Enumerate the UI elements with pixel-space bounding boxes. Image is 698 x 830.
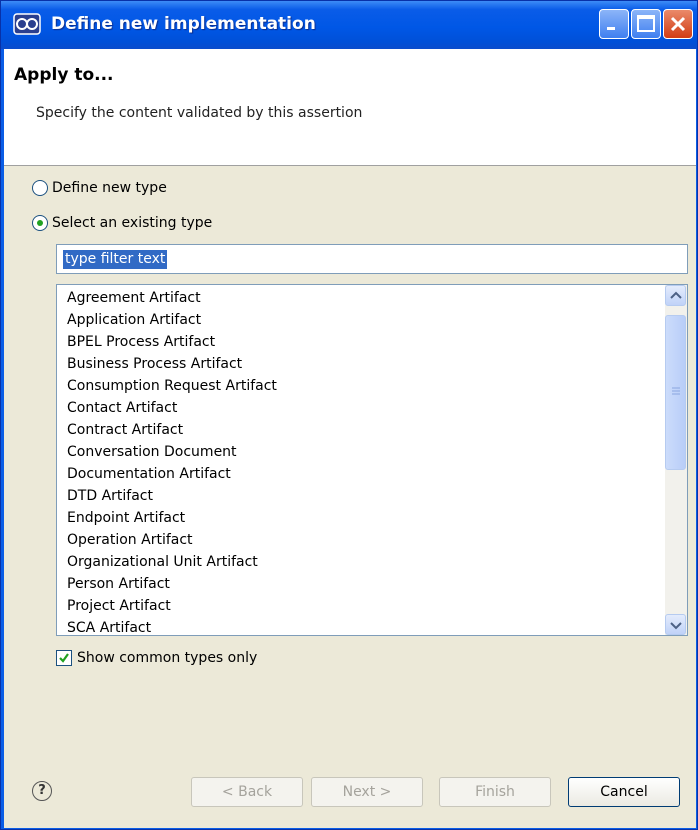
type-filter-input[interactable]: type filter text <box>56 244 688 274</box>
list-item[interactable]: Documentation Artifact <box>67 466 231 482</box>
list-item[interactable]: Conversation Document <box>67 444 237 460</box>
back-button[interactable]: < Back <box>191 777 303 807</box>
page-title: Apply to... <box>14 65 114 85</box>
finish-button[interactable]: Finish <box>439 777 551 807</box>
list-item[interactable]: Organizational Unit Artifact <box>67 554 258 570</box>
minimize-button[interactable] <box>599 9 629 39</box>
list-item[interactable]: Project Artifact <box>67 598 171 614</box>
list-item[interactable]: Endpoint Artifact <box>67 510 185 526</box>
scroll-down-button[interactable] <box>665 614 686 635</box>
type-list[interactable]: Agreement Artifact Application Artifact BP… <box>56 284 688 636</box>
scroll-up-button[interactable] <box>665 285 686 306</box>
filter-text-selected[interactable]: type filter text <box>63 250 168 269</box>
chevron-up-icon <box>670 291 682 299</box>
app-icon <box>13 12 41 36</box>
window-title: Define new implementation <box>51 14 316 34</box>
list-item[interactable]: Application Artifact <box>67 312 201 328</box>
list-item[interactable]: Agreement Artifact <box>67 290 201 306</box>
next-button[interactable]: Next > <box>311 777 423 807</box>
list-item[interactable]: Person Artifact <box>67 576 170 592</box>
radio-button[interactable] <box>32 180 48 196</box>
define-new-type-option[interactable]: Define new type <box>32 180 167 196</box>
cancel-button[interactable]: Cancel <box>568 777 680 807</box>
page-description: Specify the content validated by this as… <box>36 105 363 121</box>
help-icon[interactable]: ? <box>32 781 52 801</box>
select-existing-type-label: Select an existing type <box>52 215 213 231</box>
checkmark-icon <box>59 653 69 663</box>
list-item[interactable]: Business Process Artifact <box>67 356 242 372</box>
list-item[interactable]: SCA Artifact <box>67 620 151 635</box>
select-existing-type-option[interactable]: Select an existing type <box>32 215 212 231</box>
scrollbar-thumb[interactable] <box>665 315 686 470</box>
show-common-types-option[interactable]: Show common types only <box>56 650 257 666</box>
dialog-window: Define new implementation Apply to... Sp… <box>0 0 698 830</box>
title-bar[interactable]: Define new implementation <box>1 1 697 49</box>
wizard-header: Apply to... Specify the content validate… <box>4 49 696 166</box>
list-item[interactable]: Consumption Request Artifact <box>67 378 277 394</box>
list-item[interactable]: Contact Artifact <box>67 400 177 416</box>
checkbox-checked[interactable] <box>56 650 72 666</box>
list-item[interactable]: DTD Artifact <box>67 488 153 504</box>
close-button[interactable] <box>663 9 693 39</box>
show-common-types-label: Show common types only <box>77 650 258 666</box>
radio-button-selected[interactable] <box>32 215 48 231</box>
list-item[interactable]: Operation Artifact <box>67 532 193 548</box>
vertical-scrollbar[interactable] <box>665 285 687 635</box>
maximize-button[interactable] <box>631 9 661 39</box>
list-item[interactable]: BPEL Process Artifact <box>67 334 215 350</box>
list-item[interactable]: Contract Artifact <box>67 422 183 438</box>
wizard-body: Define new type Select an existing type … <box>4 166 696 828</box>
define-new-type-label: Define new type <box>52 180 167 196</box>
chevron-down-icon <box>670 622 682 630</box>
